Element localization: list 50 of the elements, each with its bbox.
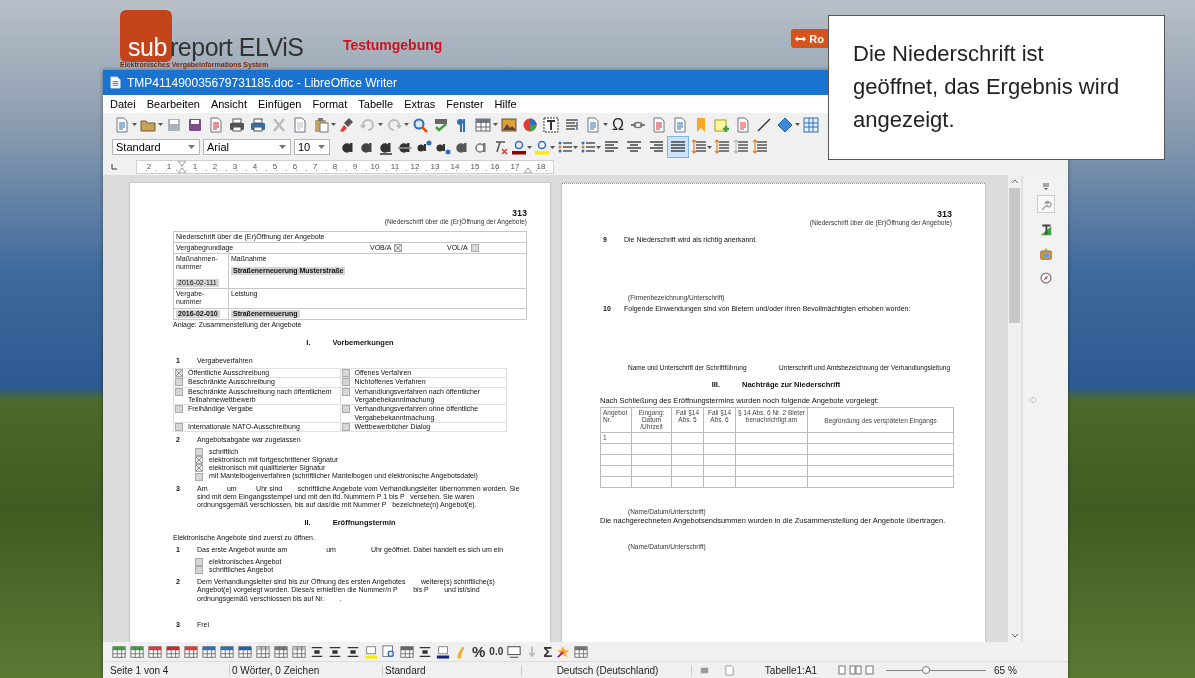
ruler-number: 12 xyxy=(409,162,421,171)
ruler-number: 14 xyxy=(449,162,461,171)
page-count[interactable]: Seite 1 von 4 xyxy=(108,664,230,676)
word-count: 0 Wörter, 0 Zeichen xyxy=(230,664,383,676)
logo-prefix: sub xyxy=(128,33,167,62)
site-button[interactable]: Ro xyxy=(791,29,828,48)
special-character-button[interactable]: Ω xyxy=(609,116,627,133)
ruler-number: 2 xyxy=(211,162,219,171)
ruler-number: 5 xyxy=(271,162,279,171)
menu-item[interactable]: Format xyxy=(312,98,348,110)
language[interactable]: Deutsch (Deutschland) xyxy=(522,664,692,676)
ruler-number: 2 xyxy=(145,162,153,171)
menu-item[interactable]: Extras xyxy=(404,98,436,110)
percent-format-button[interactable]: % xyxy=(470,643,488,660)
paragraph-style-dropdown[interactable]: Standard xyxy=(112,139,200,155)
callout-text: Die Niederschrift ist geöffnet, das Ergebnis wird angezeigt. xyxy=(853,41,1120,132)
menu-item[interactable]: Einfügen xyxy=(258,98,302,110)
page-number: 313 xyxy=(511,208,527,218)
ruler-number: 1 xyxy=(165,162,173,171)
menu-item[interactable]: Ansicht xyxy=(210,98,247,110)
menu-item[interactable]: Tabelle xyxy=(358,98,394,110)
page-number: 313 xyxy=(936,209,952,219)
page-style[interactable]: Standard xyxy=(383,664,522,676)
font-name-dropdown[interactable]: Arial xyxy=(203,139,291,155)
font-size-dropdown[interactable]: 10 xyxy=(294,139,330,155)
zoom-percent[interactable]: 65 % xyxy=(992,664,1017,676)
ruler-number: 7 xyxy=(311,162,319,171)
menu-item[interactable]: Datei xyxy=(110,98,136,110)
ruler-number: 3 xyxy=(231,162,239,171)
menu-item[interactable]: Hilfe xyxy=(494,98,517,110)
ruler-number: 16 xyxy=(489,162,501,171)
cell-reference: Tabelle1:A1 xyxy=(763,664,819,676)
ruler-number: 10 xyxy=(369,162,381,171)
ruler[interactable]: 2 1 1 2 3 4 5 6 7 8 9 10 11 12 13 14 15 16 17 18 xyxy=(136,159,554,174)
ruler-number: 1 xyxy=(191,162,199,171)
window-title: TMP411490035679731185.doc - LibreOffice Writer xyxy=(127,75,397,90)
ruler-number: 13 xyxy=(429,162,441,171)
ruler-number: 9 xyxy=(351,162,359,171)
environment-label: Testumgebung xyxy=(343,37,443,53)
decimal-format-button[interactable]: 0.0 xyxy=(487,643,506,660)
ruler-number: 11 xyxy=(389,162,401,171)
ruler-number: 18 xyxy=(535,162,547,171)
ruler-number: 17 xyxy=(509,162,521,171)
menu-item[interactable]: Fenster xyxy=(446,98,484,110)
sum-button[interactable]: Σ xyxy=(541,643,555,660)
ruler-number: 6 xyxy=(291,162,299,171)
ruler-number: 8 xyxy=(331,162,339,171)
ruler-number: 15 xyxy=(469,162,481,171)
ruler-number: 4 xyxy=(251,162,259,171)
menu-item[interactable]: Bearbeiten xyxy=(146,98,200,110)
